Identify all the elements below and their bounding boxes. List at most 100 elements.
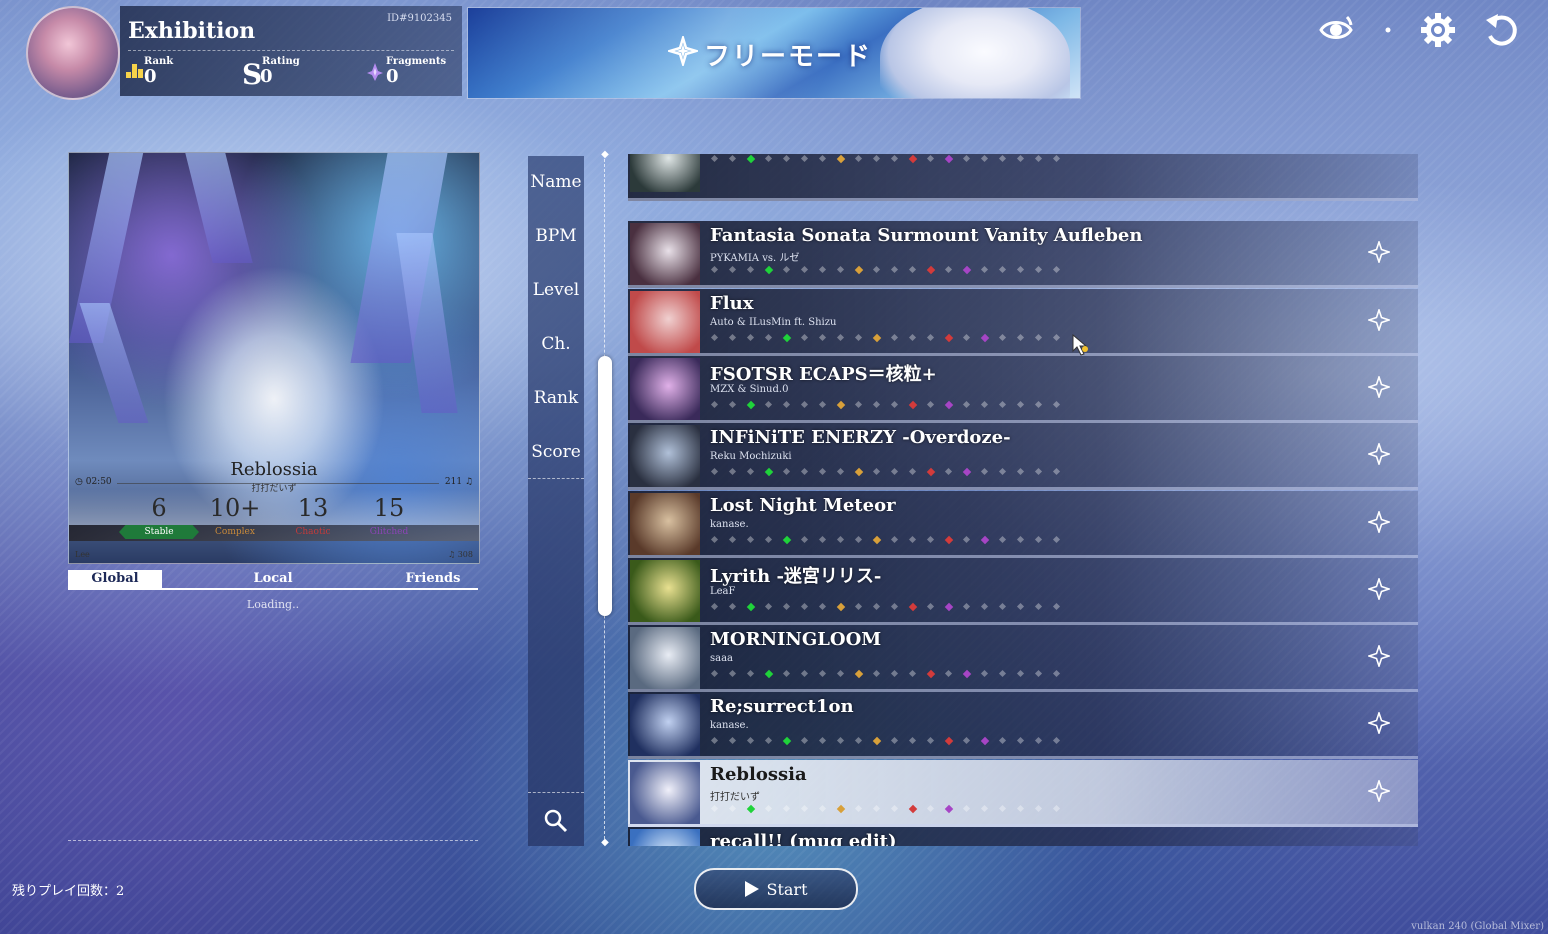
difficulty-dot [962, 467, 972, 477]
song-artist: PYKAMIA vs. ルゼ [710, 253, 800, 265]
back-icon[interactable] [1482, 10, 1522, 50]
tab-global[interactable]: Global [68, 570, 162, 588]
difficulty-dot [944, 333, 954, 342]
song-row[interactable]: Flux Auto & ILusMin ft. Shizu [628, 288, 1418, 356]
song-jacket-thumbnail [630, 223, 700, 286]
sort-sidebar: Name BPM Level Ch. Rank Score [528, 156, 584, 846]
difficulty-dot [926, 467, 936, 477]
sort-score[interactable]: Score [528, 442, 584, 462]
scroll-top-marker: ◆ [601, 149, 609, 160]
difficulty-dot [710, 602, 719, 610]
art-credit: Lee [75, 550, 90, 559]
difficulty-dot [1034, 468, 1043, 476]
difficulty-dot [890, 154, 899, 163]
difficulty-dot [1016, 535, 1025, 543]
difficulty-complex[interactable]: 10+ Complex [195, 493, 275, 539]
start-button[interactable]: Start [694, 868, 858, 910]
difficulty-dot [836, 468, 845, 476]
song-jacket-thumbnail [630, 290, 700, 353]
leaderboard-status: Loading.. [246, 598, 300, 611]
difficulty-dot [980, 737, 990, 746]
leaderboard-divider [68, 840, 478, 841]
difficulty-dot [908, 266, 917, 274]
difficulty-dot [890, 737, 899, 745]
difficulty-dot [764, 804, 773, 812]
difficulty-dot [962, 535, 971, 543]
song-row[interactable]: Lost Night Meteor kanase. [628, 490, 1418, 558]
favorite-star-icon[interactable] [1368, 443, 1390, 466]
song-row[interactable]: PYKAMIA feat.XinG [628, 154, 1418, 201]
difficulty-dot [782, 400, 791, 408]
player-profile[interactable]: Exhibition ID#9102345 Rank 0 S Rating 0 … [24, 6, 464, 100]
rank-stat: Rank 0 [126, 54, 206, 92]
difficulty-glitched[interactable]: 15 Glitched [349, 493, 429, 539]
favorite-star-icon[interactable] [1368, 712, 1390, 735]
difficulty-chaotic[interactable]: 13 Chaotic [273, 493, 353, 539]
sort-name[interactable]: Name [528, 172, 584, 192]
difficulty-dot [818, 266, 827, 274]
tab-friends[interactable]: Friends [388, 570, 478, 588]
song-row[interactable]: Reblossia 打打だいず [628, 759, 1418, 827]
difficulty-dot [1034, 535, 1043, 543]
song-title: Flux [710, 292, 754, 314]
song-row[interactable]: recall!! (mug edit)ariiol [628, 827, 1418, 846]
song-row[interactable]: Fantasia Sonata Surmount Vanity Aufleben… [628, 221, 1418, 289]
sort-level[interactable]: Level [528, 280, 584, 300]
difficulty-dot [1016, 804, 1025, 812]
difficulty-dot [1052, 737, 1061, 745]
avatar[interactable] [26, 6, 120, 100]
gear-icon[interactable] [1418, 10, 1458, 50]
difficulty-dot [1052, 670, 1061, 678]
difficulty-dot [872, 400, 881, 408]
difficulty-dot [926, 266, 936, 275]
favorite-star-icon[interactable] [1368, 375, 1390, 398]
difficulty-dot [746, 602, 756, 612]
favorite-star-icon[interactable] [1368, 577, 1390, 600]
difficulty-dot [998, 535, 1007, 543]
difficulty-dot [854, 400, 863, 408]
difficulty-dot [872, 737, 882, 746]
favorite-star-icon[interactable] [1368, 779, 1390, 802]
difficulty-dot [926, 400, 935, 408]
tab-local[interactable]: Local [228, 570, 318, 588]
favorite-star-icon[interactable] [1368, 645, 1390, 668]
sort-rank[interactable]: Rank [528, 388, 584, 408]
difficulty-dot [710, 670, 719, 678]
difficulty-dot [854, 266, 864, 275]
difficulty-dot [836, 535, 845, 543]
song-row[interactable]: INFiNiTE ENERZY -Overdoze- Reku Mochizuki [628, 423, 1418, 491]
favorite-star-icon[interactable] [1368, 510, 1390, 533]
difficulty-dot [728, 468, 737, 476]
favorite-star-icon[interactable] [1368, 308, 1390, 331]
song-jacket-thumbnail [630, 425, 700, 488]
difficulty-dot [872, 468, 881, 476]
song-row[interactable]: MORNINGLOOM saaa [628, 625, 1418, 693]
sort-bpm[interactable]: BPM [528, 226, 584, 246]
difficulty-dot [1016, 400, 1025, 408]
difficulty-dot [1034, 804, 1043, 812]
difficulty-dot [764, 467, 774, 477]
search-button[interactable] [528, 796, 584, 846]
difficulty-dot [908, 333, 917, 341]
song-row[interactable]: Lyrith -迷宮リリス- LeaF [628, 557, 1418, 625]
difficulty-name: Glitched [369, 527, 409, 537]
difficulty-dot [782, 333, 792, 342]
difficulty-dot [944, 670, 953, 678]
difficulty-dot [854, 154, 863, 163]
rank-value: 0 [144, 66, 157, 87]
song-row[interactable]: FSOTSR ECAPS＝核粒+ MZX & Sinud.0 [628, 355, 1418, 423]
favorite-star-icon[interactable] [1368, 241, 1390, 264]
difficulty-dot [710, 468, 719, 476]
vision-toggle-icon[interactable] [1316, 10, 1356, 50]
difficulty-dot [908, 737, 917, 745]
difficulty-stable[interactable]: 6 Stable [119, 493, 199, 539]
song-list-scrollbar[interactable] [598, 356, 612, 616]
banner-character-art [880, 8, 1070, 98]
difficulty-dot [728, 266, 737, 274]
mode-star-icon [665, 33, 701, 73]
difficulty-dot [746, 154, 756, 164]
song-row[interactable]: Re;surrect1on kanase. [628, 692, 1418, 760]
sort-chapter[interactable]: Ch. [528, 334, 584, 354]
difficulty-dot [836, 670, 845, 678]
song-jacket-thumbnail [630, 559, 700, 622]
